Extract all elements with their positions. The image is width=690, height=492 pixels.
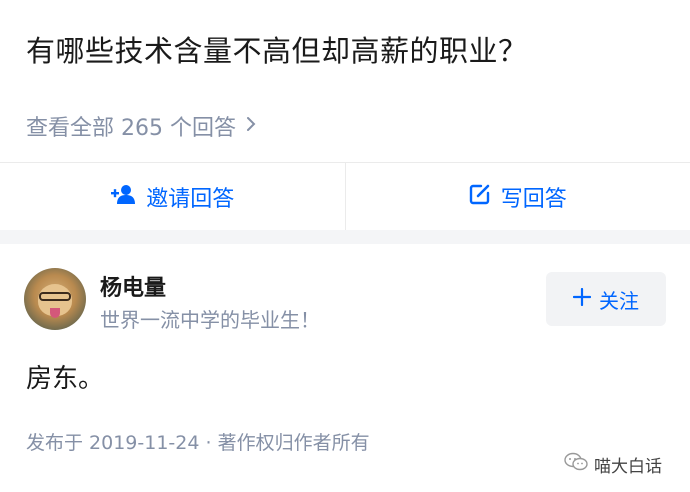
edit-icon: [469, 183, 491, 211]
avatar[interactable]: [24, 268, 86, 330]
view-all-answers-link[interactable]: 查看全部 265 个回答: [26, 110, 256, 142]
author-name[interactable]: 杨电量: [100, 270, 166, 302]
chevron-right-icon: [246, 116, 256, 137]
follow-label: 关注: [599, 288, 639, 313]
wechat-icon: [564, 452, 588, 477]
follow-button[interactable]: 关注: [546, 272, 666, 326]
answer-action-bar: 邀请回答 写回答: [0, 162, 690, 231]
view-all-label: 查看全部 265 个回答: [26, 116, 236, 141]
invite-answer-button[interactable]: 邀请回答: [0, 163, 345, 231]
question-title: 有哪些技术含量不高但却高薪的职业？: [26, 34, 528, 68]
answer-meta: 发布于 2019-11-24 · 著作权归作者所有: [26, 432, 370, 454]
watermark-text: 喵大白话: [594, 457, 662, 477]
answer-content: 房东。: [26, 364, 105, 394]
invite-answer-label: 邀请回答: [146, 187, 235, 212]
add-user-icon: [110, 183, 136, 211]
write-answer-button[interactable]: 写回答: [344, 163, 690, 231]
watermark: 喵大白话: [564, 452, 662, 477]
plus-icon: [572, 287, 592, 311]
author-bio: 世界一流中学的毕业生！: [100, 308, 320, 332]
section-divider: [0, 230, 690, 244]
write-answer-label: 写回答: [500, 187, 567, 212]
